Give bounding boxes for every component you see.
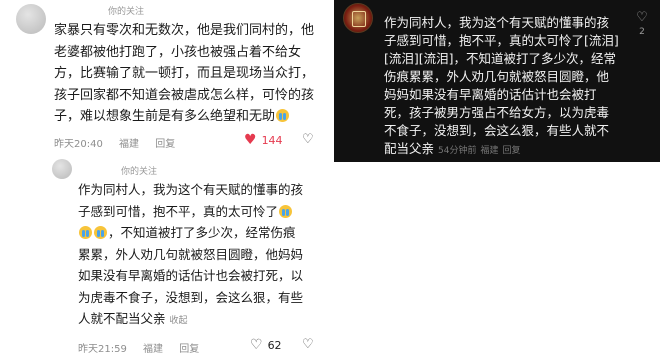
like-count: 2 xyxy=(639,27,645,37)
comment-time: 昨天20:40 xyxy=(54,139,103,150)
comment-line: 死，孩子被男方强占不给女方，以为虎毒 xyxy=(384,105,610,120)
comment-line: 子，难以想象生前是有多么绝望和无助 xyxy=(54,106,328,128)
comment-line: 子感到可惜，抱不平，真的太可怜了[流泪] xyxy=(384,33,619,48)
follow-tag: 你的关注 xyxy=(108,7,145,17)
reply-button[interactable]: 回复 xyxy=(179,340,199,355)
heart-outline-icon: ♡ xyxy=(636,10,648,25)
heart-filled-icon: ♥ xyxy=(244,132,257,148)
crying-face-icon xyxy=(276,109,290,122)
crying-face-icon xyxy=(94,226,107,239)
comment-location: 福建 xyxy=(480,146,499,156)
reply-button[interactable]: 回复 xyxy=(502,146,520,156)
like-count: 62 xyxy=(267,338,282,352)
crying-face-icon xyxy=(279,204,293,218)
dislike-icon[interactable]: ♡ xyxy=(302,337,314,352)
comment-text: 作为同村人，我为这个有天赋的懂事的孩 子感到可惜，抱不平，真的太可怜了[流泪] … xyxy=(384,14,644,160)
comment-line: 不食子，没想到，会这么狠，有些人就不 xyxy=(384,123,610,138)
comment-time: 昨天21:59 xyxy=(78,344,127,355)
comment-text: 作为同村人，我为这个有天赋的懂事的孩 子感到可惜，抱不平，真的太可怜了 ，不知道… xyxy=(78,179,328,333)
comment-line: 配当父亲 54分钟前 福建 回复 xyxy=(384,141,521,156)
comment-line: 作为同村人，我为这个有天赋的懂事的孩 xyxy=(78,182,304,197)
like-button[interactable]: ♡ 62 xyxy=(250,337,282,353)
comment-line: 老婆都被他打跑了，小孩也被强占着不给女 xyxy=(54,44,302,60)
comment-line: 如果没有早离婚的话估计也会被打死，以 xyxy=(78,268,304,283)
like-button[interactable]: ♥ 144 xyxy=(244,132,283,148)
comment-text: 家暴只有零次和无数次，他是我们同村的，他 老婆都被他打跑了，小孩也被强占着不给女… xyxy=(54,20,328,128)
reply-button[interactable]: 回复 xyxy=(155,135,175,150)
comment-line: 为虎毒不食子，没想到，会这么狠，有些 xyxy=(78,289,304,305)
comment-line: ，不知道被打了多少次，经常伤痕 xyxy=(78,222,328,244)
comment-meta: 昨天21:59 福建 回复 xyxy=(78,340,212,355)
avatar[interactable] xyxy=(16,4,46,34)
comment-line: 家暴只有零次和无数次，他是我们同村的，他 xyxy=(54,23,315,38)
avatar[interactable] xyxy=(52,159,72,179)
comment-line: 累累，外人劝几句就被怒目圆瞪，他妈妈 xyxy=(78,246,304,262)
comment-line: 作为同村人，我为这个有天赋的懂事的孩 xyxy=(384,15,610,30)
comment-card-2: 你的关注 作为同村人，我为这个有天赋的懂事的孩 子感到可惜，抱不平，真的太可怜了… xyxy=(0,152,332,356)
comment-line: 孩子回家都不知道会被虐成怎么样，可怜的孩 xyxy=(54,87,315,103)
comment-location: 福建 xyxy=(143,344,164,355)
crying-face-icon xyxy=(79,226,92,239)
comment-location: 福建 xyxy=(119,139,140,150)
like-button[interactable]: ♡ 2 xyxy=(634,10,650,37)
heart-outline-icon: ♡ xyxy=(250,337,263,353)
comment-card-3: 作为同村人，我为这个有天赋的懂事的孩 子感到可惜，抱不平，真的太可怜了[流泪] … xyxy=(334,0,660,162)
like-count: 144 xyxy=(261,133,283,147)
comment-card-1: 你的关注 家暴只有零次和无数次，他是我们同村的，他 老婆都被他打跑了，小孩也被强… xyxy=(0,0,332,150)
follow-tag: 你的关注 xyxy=(121,167,158,177)
comment-line: [流泪][流泪]，不知道被打了多少次，经常 xyxy=(384,51,617,66)
comment-line: 妈妈如果没有早离婚的话估计也会被打 xyxy=(384,87,597,102)
comment-time: 54分钟前 xyxy=(438,146,477,156)
avatar[interactable] xyxy=(343,3,373,33)
dislike-icon[interactable]: ♡ xyxy=(302,132,314,147)
comment-line: 人就不配当父亲 收起 xyxy=(78,311,188,326)
collapse-button[interactable]: 收起 xyxy=(170,316,188,326)
comment-line: 伤痕累累，外人劝几句就被怒目圆瞪，他 xyxy=(384,69,610,84)
comment-meta: 昨天20:40 福建 回复 xyxy=(54,135,188,150)
comment-line: 方，比赛输了就一顿打，而且是现场当众打， xyxy=(54,66,315,81)
comment-line: 子感到可惜，抱不平，真的太可怜了 xyxy=(78,201,328,223)
